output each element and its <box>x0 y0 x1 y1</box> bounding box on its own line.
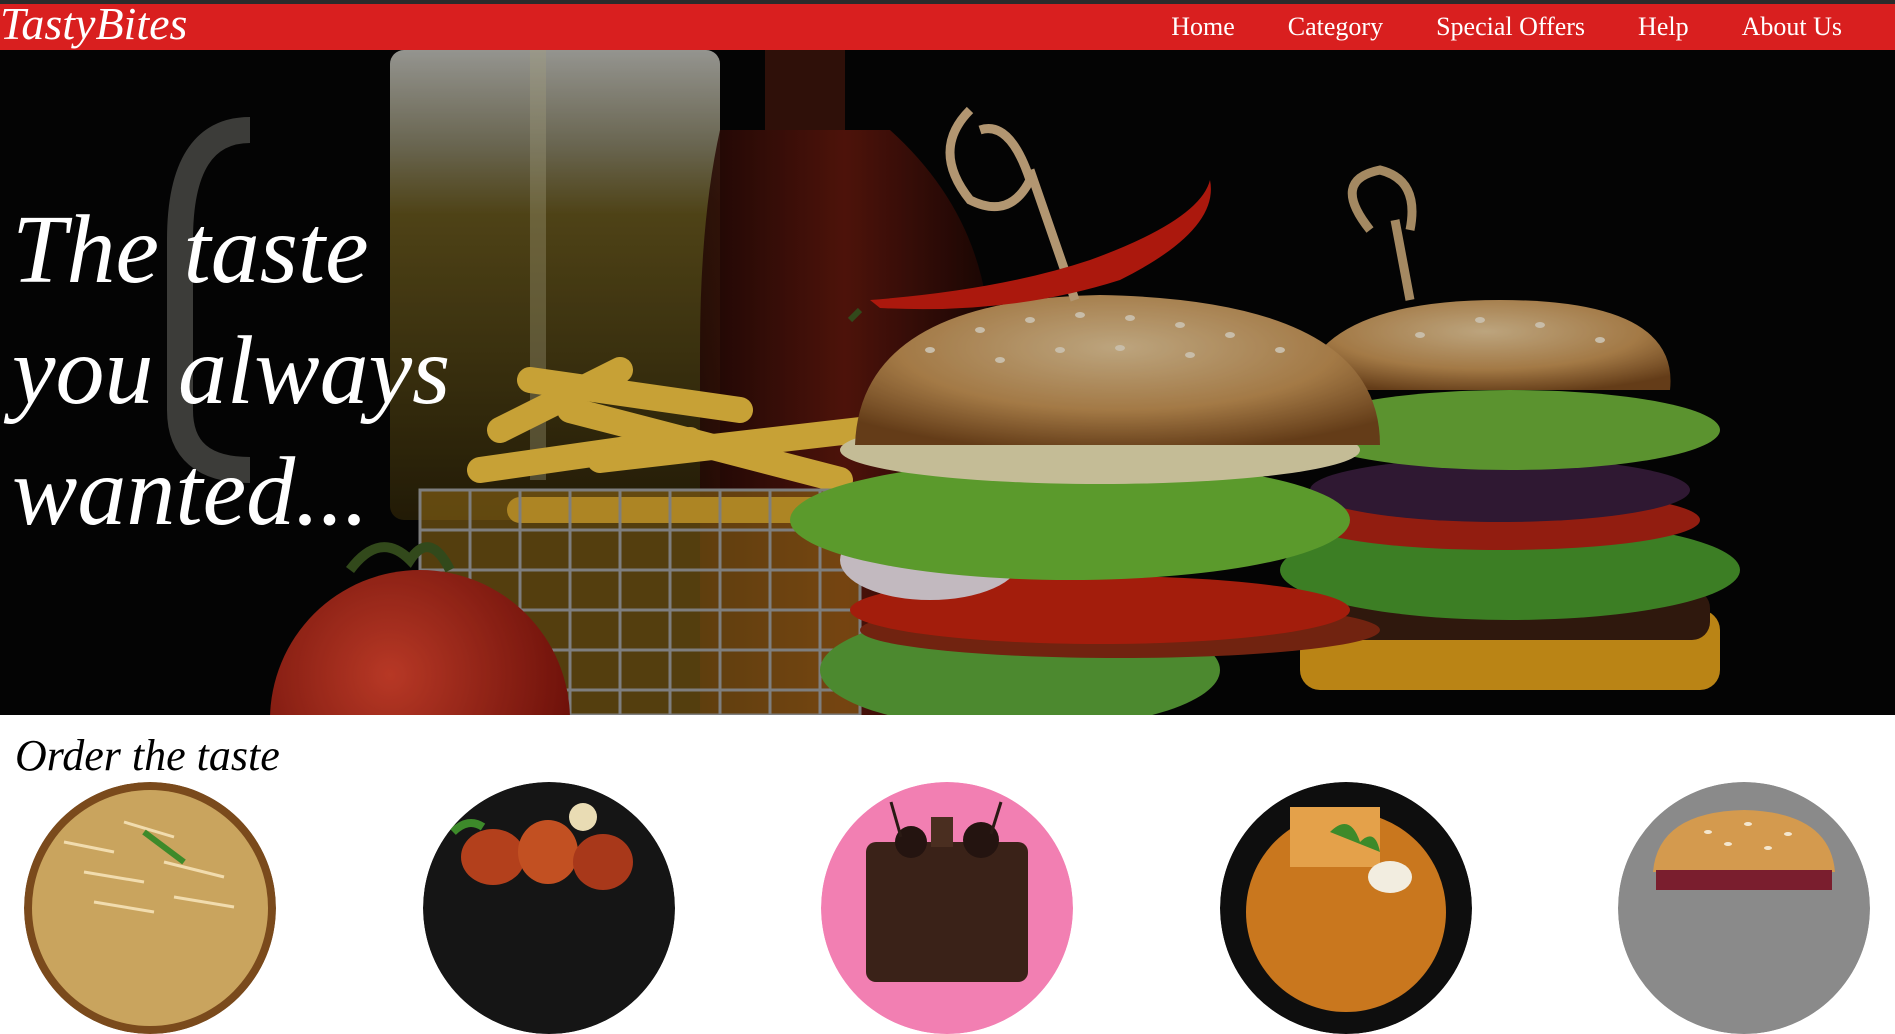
nav-link-about-us[interactable]: About Us <box>1742 4 1842 50</box>
nav-links: Home Category Special Offers Help About … <box>1171 4 1895 50</box>
nav-link-home[interactable]: Home <box>1171 4 1235 50</box>
hero-title-line-1: The taste <box>12 196 369 304</box>
hero-title-line-2: you always <box>12 317 451 425</box>
burger-image <box>1618 782 1870 1034</box>
navbar: TastyBites Home Category Special Offers … <box>0 0 1895 50</box>
brand-logo[interactable]: TastyBites <box>0 0 187 48</box>
biryani-image <box>24 782 276 1034</box>
nav-link-help[interactable]: Help <box>1638 4 1689 50</box>
food-item-biryani[interactable] <box>24 782 276 1034</box>
nav-link-special-offers[interactable]: Special Offers <box>1436 4 1585 50</box>
hero-title-line-3: wanted... <box>12 438 369 546</box>
hero-banner: The taste you always wanted... <box>0 50 1895 715</box>
food-item-burger[interactable] <box>1618 782 1870 1034</box>
order-section-title: Order the taste <box>15 731 280 780</box>
nav-link-category[interactable]: Category <box>1288 4 1383 50</box>
hero-title: The taste you always wanted... <box>12 190 532 553</box>
food-item-curry[interactable] <box>1220 782 1472 1034</box>
chicken-image <box>423 782 675 1034</box>
cake-image <box>821 782 1073 1034</box>
food-item-cake[interactable] <box>821 782 1073 1034</box>
curry-image <box>1220 782 1472 1034</box>
food-item-chicken[interactable] <box>423 782 675 1034</box>
